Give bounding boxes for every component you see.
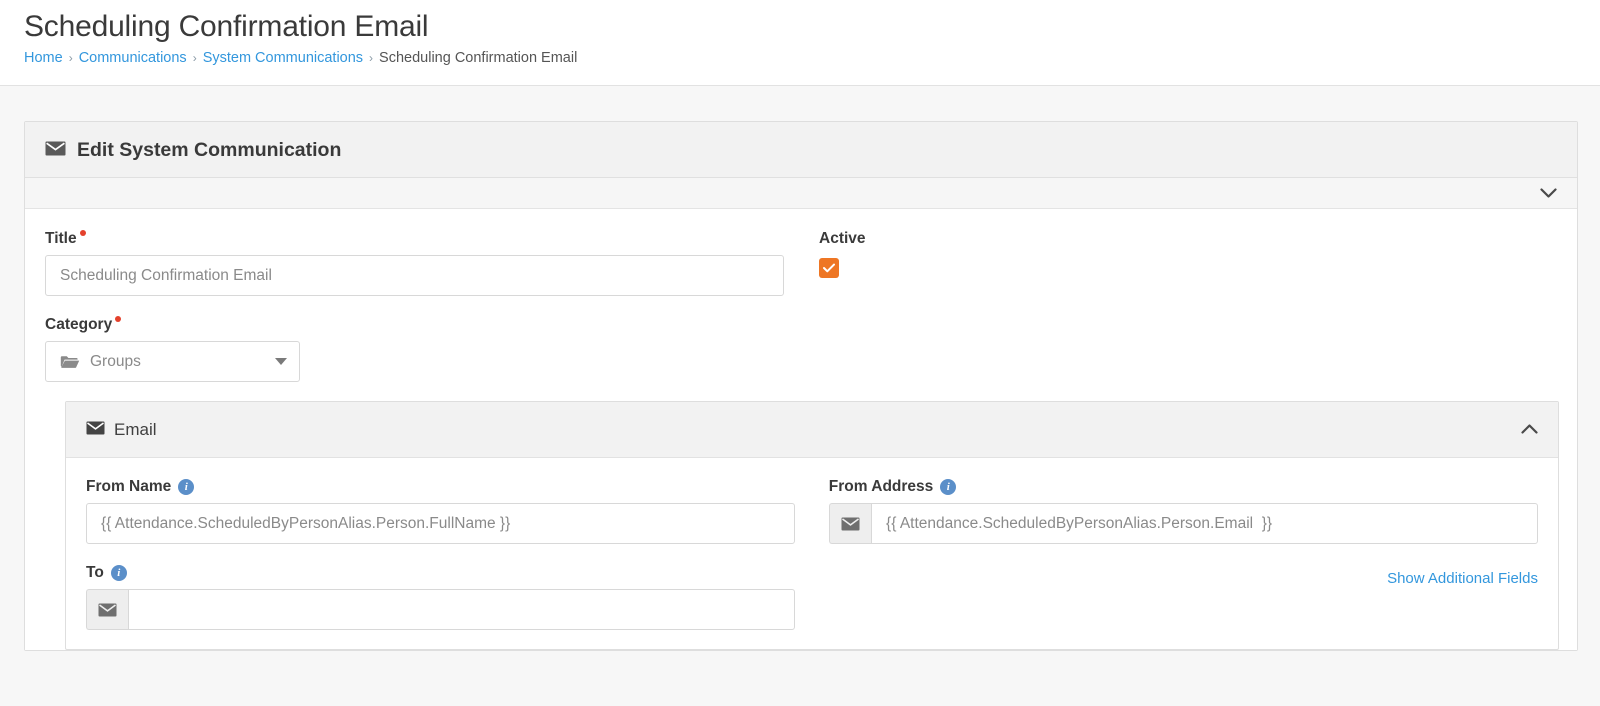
category-selected-value: Groups	[90, 352, 141, 370]
required-indicator	[79, 230, 86, 236]
breadcrumb-item-home[interactable]: Home	[24, 50, 63, 66]
email-panel: Email From Name i {{Attendance.Schedule…	[65, 401, 1559, 650]
envelope-icon	[86, 421, 105, 438]
column-gap	[795, 563, 829, 649]
to-form-group: To i	[86, 563, 796, 630]
column-gap	[795, 477, 829, 563]
show-additional-fields-link[interactable]: Show Additional Fields	[1387, 570, 1538, 587]
info-icon[interactable]: i	[178, 479, 195, 495]
from-address-input-group	[828, 503, 1538, 544]
page-body: Edit System Communication Title Scheduli…	[0, 86, 1600, 706]
info-icon[interactable]: i	[110, 565, 127, 581]
additional-fields-col: Show Additional Fields	[829, 563, 1538, 649]
breadcrumb: Home › Communications › System Communication…	[24, 49, 1600, 67]
email-panel-body: From Name i From Address i	[66, 458, 1558, 649]
chevron-up-icon[interactable]	[1521, 424, 1538, 435]
from-address-label: From Address i	[829, 477, 957, 497]
category-label: Category	[45, 315, 1557, 335]
chevron-down-icon[interactable]	[1540, 187, 1557, 199]
breadcrumb-item-current: Scheduling Confirmation Email	[379, 50, 578, 66]
to-label-text: To	[86, 564, 104, 581]
from-address-input[interactable]	[871, 503, 1538, 544]
envelope-icon	[86, 589, 129, 630]
title-label-text: Title	[45, 230, 77, 247]
to-row: To i Show Additional Fields	[86, 563, 1538, 649]
active-checkbox[interactable]	[819, 258, 839, 278]
title-form-group: Title	[45, 229, 784, 296]
category-select[interactable]: Groups	[45, 341, 300, 382]
panel-title: Edit System Communication	[77, 139, 342, 161]
email-panel-heading: Email	[66, 402, 1558, 458]
email-panel-title-wrap: Email	[86, 419, 157, 441]
active-label: Active	[819, 230, 866, 247]
from-name-form-group: From Name i	[86, 477, 796, 544]
from-address-label-text: From Address	[828, 478, 934, 495]
envelope-icon	[45, 141, 66, 160]
title-label: Title	[45, 229, 784, 249]
page-root: Scheduling Confirmation Email Home › Commu…	[0, 0, 1600, 706]
from-name-label-text: From Name	[86, 478, 172, 495]
to-input-group	[86, 589, 796, 630]
from-name-label: From Name i	[86, 477, 195, 497]
panel-heading: Edit System Communication	[25, 122, 1577, 178]
breadcrumb-item-communications[interactable]: Communications	[79, 50, 187, 66]
category-label-text: Category	[45, 316, 113, 333]
from-row: From Name i From Address i	[86, 477, 1538, 563]
page-title: Scheduling Confirmation Email	[24, 10, 429, 43]
caret-down-icon	[275, 358, 287, 365]
from-address-form-group: From Address i	[828, 477, 1538, 544]
to-input[interactable]	[128, 589, 796, 630]
from-name-input[interactable]	[86, 503, 796, 544]
panel-body: Title Active Category	[25, 209, 1577, 650]
email-panel-title: Email	[114, 419, 157, 439]
active-form-group: Active	[819, 229, 866, 296]
breadcrumb-separator: ›	[68, 51, 73, 65]
breadcrumb-separator: ›	[369, 51, 374, 65]
page-header: Scheduling Confirmation Email Home › Commu…	[0, 0, 1600, 86]
title-active-row: Title Active	[45, 229, 1557, 315]
edit-system-communication-panel: Edit System Communication Title Scheduli…	[24, 121, 1578, 651]
breadcrumb-item-system-communications[interactable]: System Communications	[203, 50, 363, 66]
envelope-icon	[828, 503, 872, 544]
category-select-wrap: Groups	[45, 341, 300, 382]
required-indicator	[115, 316, 122, 322]
panel-subbar	[25, 178, 1577, 209]
folder-icon	[60, 354, 80, 369]
breadcrumb-separator: ›	[192, 51, 197, 65]
to-label: To i	[86, 563, 127, 583]
category-form-group: Category Groups	[45, 315, 1557, 382]
title-input[interactable]	[45, 255, 784, 296]
info-icon[interactable]: i	[940, 479, 957, 495]
